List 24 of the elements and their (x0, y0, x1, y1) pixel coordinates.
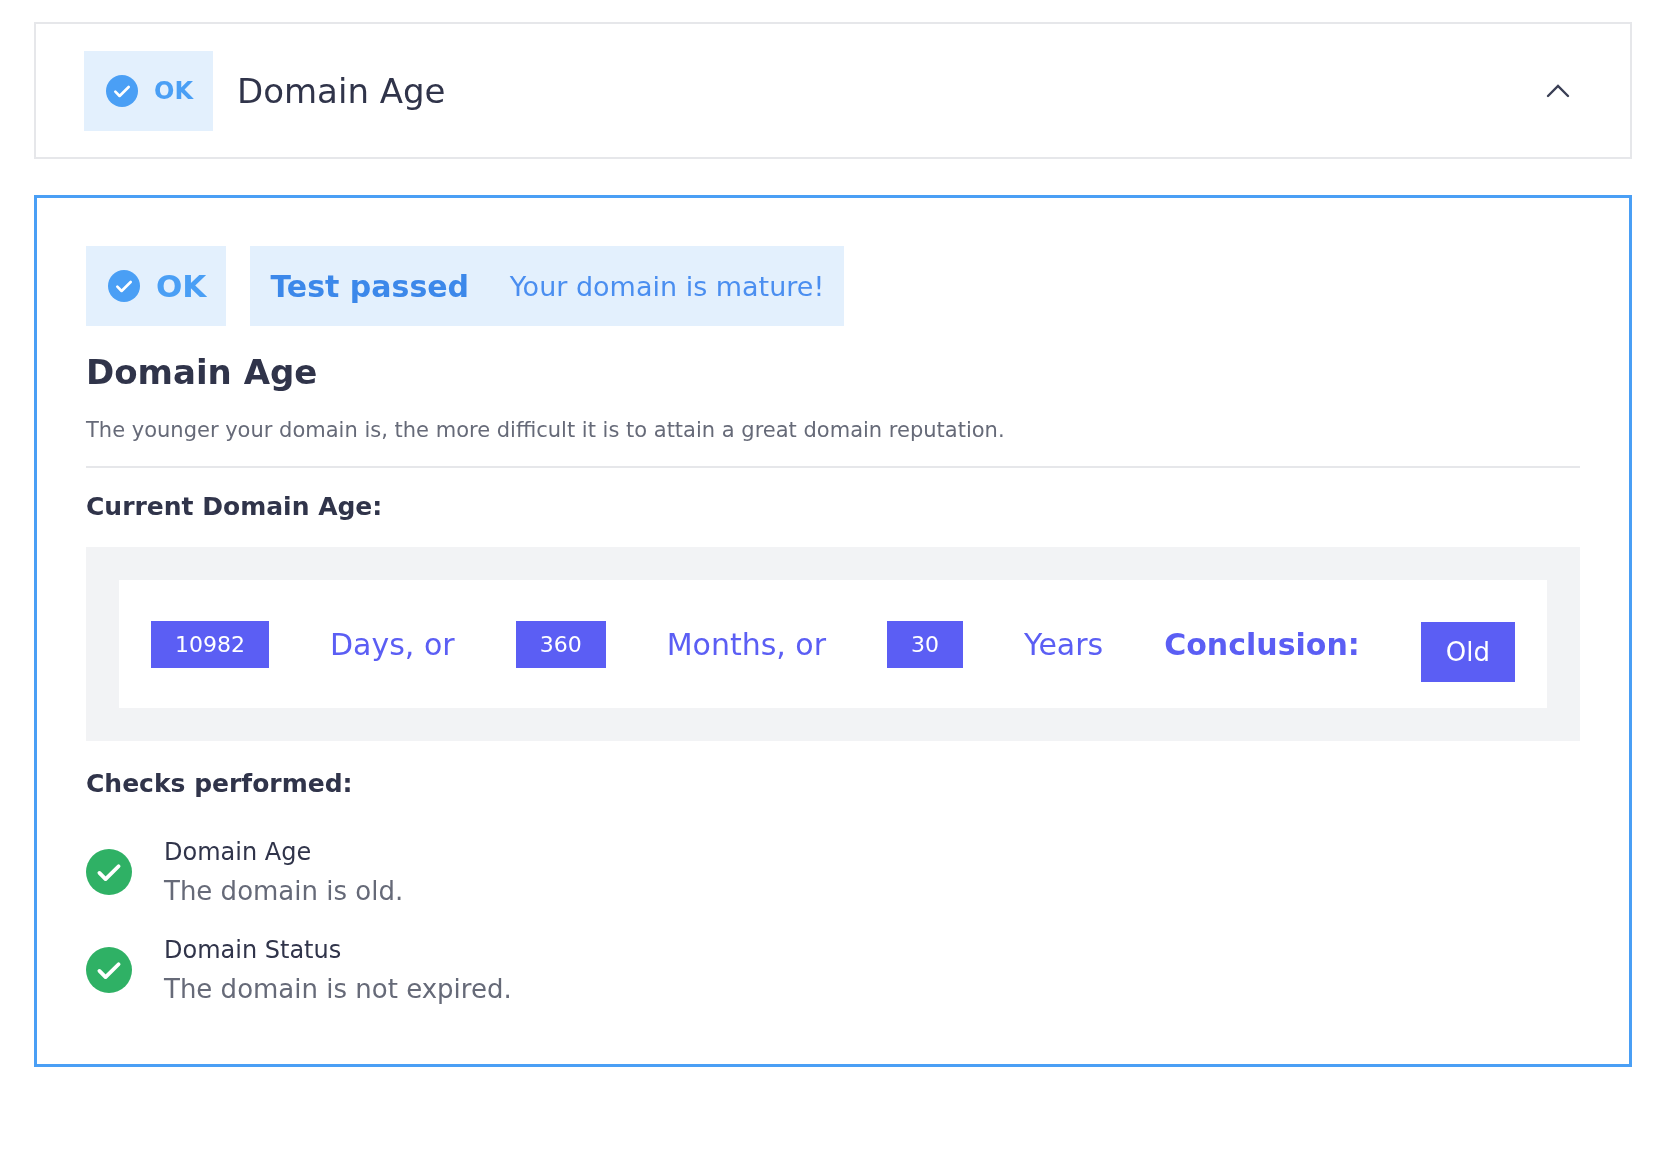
status-text: OK (154, 76, 193, 105)
check-name: Domain Age (164, 838, 313, 866)
age-heading: Current Domain Age: (86, 492, 384, 521)
age-value: 30 (887, 620, 964, 668)
check-circle-icon (108, 270, 140, 302)
age-value: 10982 (151, 620, 269, 668)
check-detail: The domain is old. (164, 876, 404, 906)
section-header[interactable]: OK Domain Age (34, 22, 1632, 159)
age-value: 360 (515, 620, 606, 668)
panel-title: Domain Age (86, 352, 319, 392)
section-title: Domain Age (237, 70, 447, 111)
checks-heading: Checks performed: (86, 769, 354, 798)
status-text: OK (156, 268, 207, 304)
check-name: Domain Status (164, 936, 343, 964)
chevron-icon[interactable] (1546, 83, 1570, 98)
check-detail: The domain is not expired. (164, 974, 512, 1004)
conclusion-label: Conclusion: (1164, 626, 1360, 662)
description: The younger your domain is, the more difficult it is to attain a great domain reputation. (86, 418, 1006, 442)
check-circle-icon (106, 74, 138, 107)
age-unit: Months, or (666, 626, 827, 662)
age-unit: Years (1024, 626, 1104, 662)
conclusion-value: Old (1420, 622, 1515, 682)
age-unit: Days, or (330, 626, 455, 662)
result-message: Test passed Your domain is mature! (250, 246, 845, 326)
